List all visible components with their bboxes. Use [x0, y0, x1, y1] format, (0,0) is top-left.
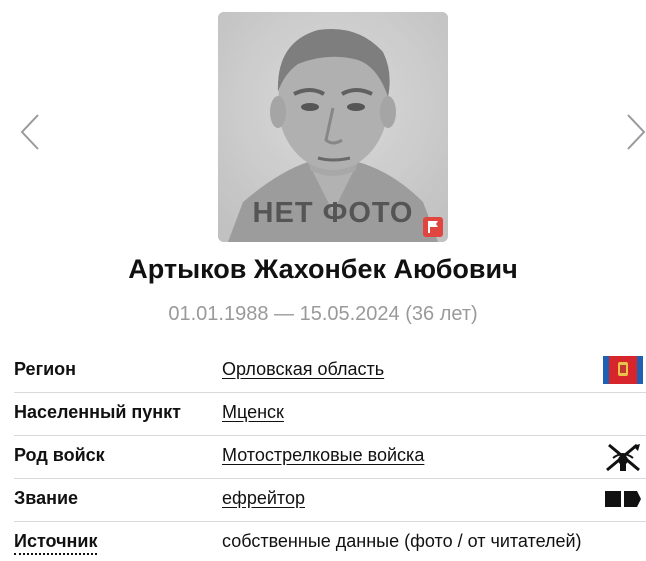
settlement-label: Населенный пункт [14, 402, 182, 422]
person-name: Артыков Жахонбек Аюбович [128, 254, 518, 284]
info-row-branch: Род войск Мотострелковые войска [14, 436, 646, 479]
life-dates: 01.01.1988 — 15.05.2024 (36 лет) [168, 303, 478, 325]
branch-link[interactable]: Мотострелковые войска [222, 445, 424, 466]
rank-insignia-icon [603, 485, 643, 513]
branch-label: Род войск [14, 445, 105, 465]
info-row-source: Источник собственные данные (фото / от ч… [14, 522, 646, 561]
region-link[interactable]: Орловская область [222, 359, 384, 380]
portrait-photo: НЕТ ФОТО [218, 12, 448, 242]
source-label[interactable]: Источник [14, 531, 98, 555]
flag-icon [423, 217, 443, 237]
region-flag-icon [603, 356, 643, 384]
rank-link[interactable]: ефрейтор [222, 488, 305, 509]
no-photo-caption: НЕТ ФОТО [252, 197, 414, 229]
chevron-right-icon [624, 112, 646, 152]
info-row-rank: Звание ефрейтор [14, 479, 646, 522]
rank-label: Звание [14, 488, 79, 508]
motor-rifle-emblem-icon [603, 442, 643, 472]
chevron-left-icon [18, 112, 42, 152]
info-row-settlement: Населенный пункт Мценск [14, 393, 646, 436]
next-arrow[interactable] [624, 112, 646, 152]
previous-arrow[interactable] [18, 112, 42, 152]
info-table: Регион Орловская область Населенный пунк… [14, 350, 646, 561]
report-flag-button[interactable] [423, 217, 443, 237]
region-label: Регион [14, 359, 76, 379]
info-row-region: Регион Орловская область [14, 350, 646, 393]
source-value: собственные данные (фото / от читателей) [222, 531, 582, 551]
settlement-link[interactable]: Мценск [222, 402, 284, 423]
